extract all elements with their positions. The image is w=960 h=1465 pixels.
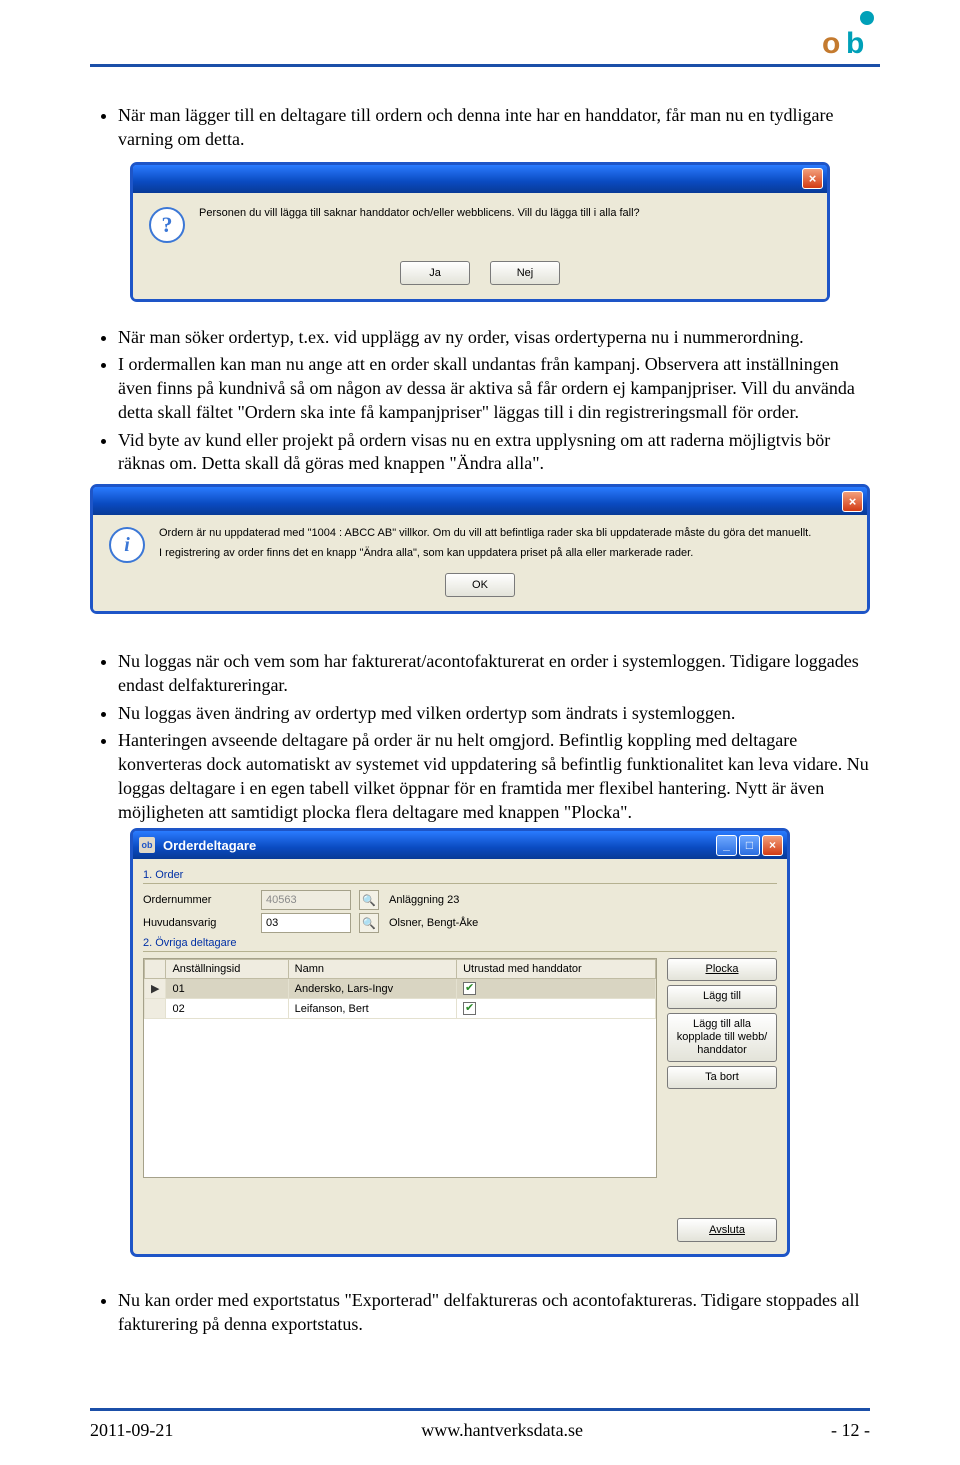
orderdeltagare-window: ob Orderdeltagare _ □ × 1. Order Ordernu… [130, 828, 790, 1257]
info-dialog: × i Ordern är nu uppdaterad med "1004 : … [90, 484, 870, 614]
lagg-till-button[interactable]: Lägg till [667, 985, 777, 1008]
col-anstallningsid[interactable]: Anställningsid [166, 960, 288, 979]
bullet-list-2: När man söker ordertyp, t.ex. vid uppläg… [90, 326, 870, 477]
list-item: Hanteringen avseende deltagare på order … [118, 729, 870, 824]
list-item: När man lägger till en deltagare till or… [118, 104, 870, 152]
dialog-titlebar: × [93, 487, 867, 515]
list-item: Nu kan order med exportstatus "Exportera… [118, 1289, 870, 1337]
deltagare-grid[interactable]: Anställningsid Namn Utrustad med handdat… [143, 958, 657, 1178]
no-button[interactable]: Nej [490, 261, 560, 285]
maximize-icon[interactable]: □ [739, 835, 760, 856]
ok-button[interactable]: OK [445, 573, 515, 597]
info-icon: i [109, 527, 145, 563]
page-content: När man lägger till en deltagare till or… [90, 100, 870, 1341]
app-icon: ob [139, 837, 155, 853]
bullet-list-4: Nu kan order med exportstatus "Exportera… [90, 1289, 870, 1337]
col-handdator[interactable]: Utrustad med handdator [457, 960, 656, 979]
section-header-order[interactable]: 1. Order [143, 869, 777, 884]
question-icon: ? [149, 207, 185, 243]
cell-name: Leifanson, Bert [288, 999, 456, 1019]
close-icon[interactable]: × [842, 491, 863, 512]
list-item: När man söker ordertyp, t.ex. vid uppläg… [118, 326, 870, 350]
search-icon[interactable]: 🔍 [359, 890, 379, 910]
row-marker-icon: ▶ [145, 979, 166, 999]
dialog-message: Personen du vill lägga till saknar handd… [199, 207, 640, 219]
minimize-icon[interactable]: _ [716, 835, 737, 856]
label-ordernumber: Ordernummer [143, 894, 253, 906]
page-header: o b [0, 0, 960, 82]
label-huvudansvarig: Huvudansvarig [143, 917, 253, 929]
ordernumber-field: 40563 [261, 890, 351, 910]
close-icon[interactable]: × [762, 835, 783, 856]
list-item: Vid byte av kund eller projekt på ordern… [118, 429, 870, 477]
dialog-titlebar: × [133, 165, 827, 193]
list-item: Nu loggas när och vem som har fakturerat… [118, 650, 870, 698]
plocka-button[interactable]: Plocka [667, 958, 777, 981]
row-marker-icon [145, 999, 166, 1019]
page-footer: 2011-09-21 www.hantverksdata.se - 12 - [90, 1420, 870, 1441]
table-row[interactable]: 02 Leifanson, Bert [145, 999, 656, 1019]
avsluta-button[interactable]: Avsluta [677, 1218, 777, 1242]
svg-text:b: b [846, 27, 864, 58]
facility-value: Anläggning 23 [389, 894, 459, 906]
window-titlebar: ob Orderdeltagare _ □ × [133, 831, 787, 859]
cell-name: Andersko, Lars-Ingv [288, 979, 456, 999]
footer-url: www.hantverksdata.se [173, 1420, 831, 1441]
bullet-list-1: När man lägger till en deltagare till or… [90, 104, 870, 152]
lagg-till-alla-button[interactable]: Lägg till alla kopplade till webb/ handd… [667, 1013, 777, 1063]
confirm-dialog: × ? Personen du vill lägga till saknar h… [130, 162, 830, 302]
dialog-message-line: I registrering av order finns det en kna… [159, 547, 811, 559]
search-icon[interactable]: 🔍 [359, 913, 379, 933]
col-namn[interactable]: Namn [288, 960, 456, 979]
section-header-deltagare[interactable]: 2. Övriga deltagare [143, 937, 777, 952]
huvudansvarig-name: Olsner, Bengt-Åke [389, 917, 478, 929]
footer-page: - 12 - [831, 1420, 870, 1441]
footer-rule [90, 1408, 870, 1411]
cell-id: 01 [166, 979, 288, 999]
ta-bort-button[interactable]: Ta bort [667, 1066, 777, 1089]
huvudansvarig-field[interactable]: 03 [261, 913, 351, 933]
yes-button[interactable]: Ja [400, 261, 470, 285]
list-item: Nu loggas även ändring av ordertyp med v… [118, 702, 870, 726]
handdator-checkbox[interactable] [463, 982, 476, 995]
table-row[interactable]: ▶ 01 Andersko, Lars-Ingv [145, 979, 656, 999]
close-icon[interactable]: × [802, 168, 823, 189]
window-title: Orderdeltagare [163, 838, 708, 853]
brand-logo: o b [820, 10, 880, 58]
header-rule [90, 64, 880, 67]
svg-text:o: o [822, 27, 840, 58]
footer-date: 2011-09-21 [90, 1420, 173, 1441]
list-item: I ordermallen kan man nu ange att en ord… [118, 353, 870, 424]
dialog-message-line: Ordern är nu uppdaterad med "1004 : ABCC… [159, 527, 811, 539]
bullet-list-3: Nu loggas när och vem som har fakturerat… [90, 650, 870, 824]
handdator-checkbox[interactable] [463, 1002, 476, 1015]
cell-id: 02 [166, 999, 288, 1019]
